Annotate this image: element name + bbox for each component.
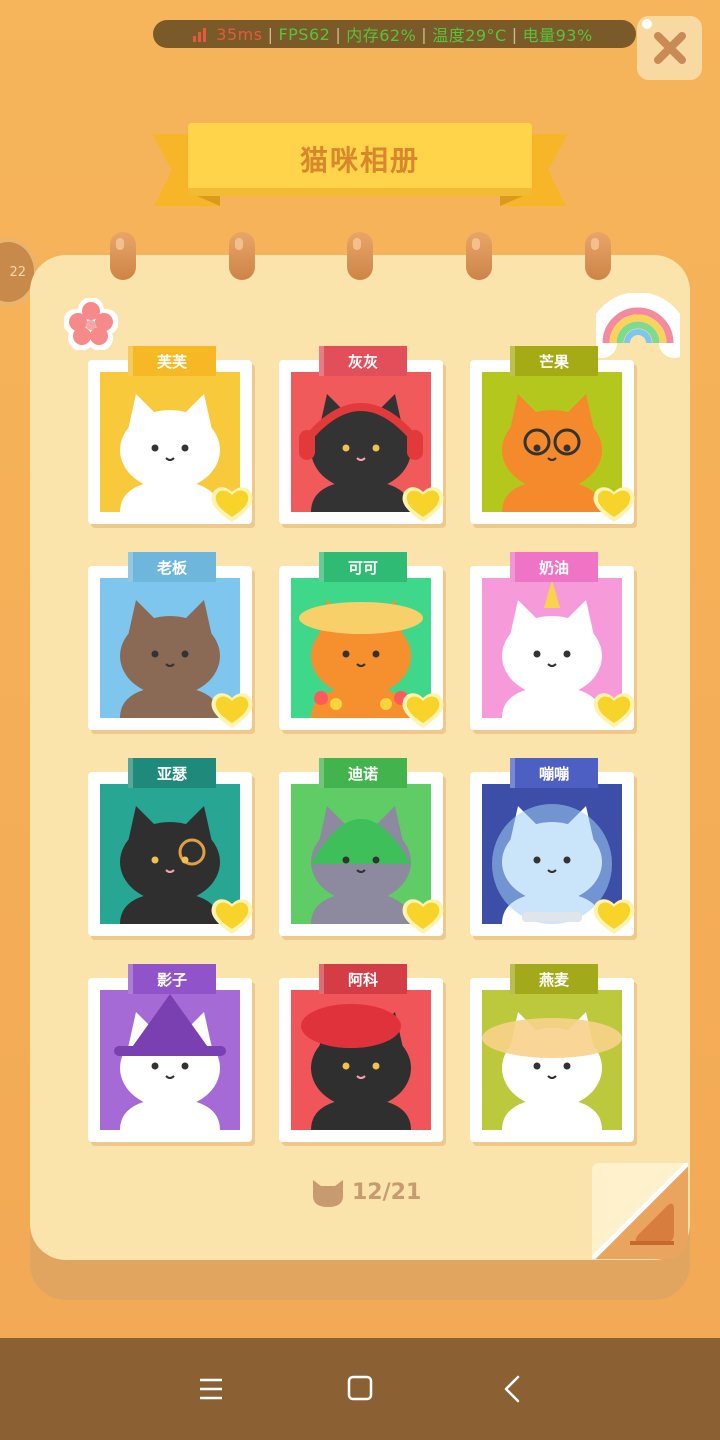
battery-text: 电量93% bbox=[522, 26, 593, 45]
cat-name-tag: 芒果 bbox=[510, 346, 598, 376]
binder-ring bbox=[229, 232, 255, 280]
binder-ring bbox=[110, 232, 136, 280]
cat-name-tag: 灰灰 bbox=[319, 346, 407, 376]
cat-portrait bbox=[291, 990, 431, 1130]
heart-icon[interactable] bbox=[210, 896, 254, 936]
cat-photo-card[interactable]: 芒果 bbox=[470, 346, 636, 524]
close-button[interactable] bbox=[637, 16, 702, 80]
cat-photo-card[interactable]: 亚瑟 bbox=[88, 758, 254, 936]
cat-portrait bbox=[482, 990, 622, 1130]
collection-progress: 12/21 bbox=[310, 1175, 421, 1209]
cat-photo-card[interactable]: 嘣嘣 bbox=[470, 758, 636, 936]
binder-ring bbox=[466, 232, 492, 280]
fps-text: FPS62 bbox=[278, 24, 331, 44]
ping-text: 35ms bbox=[216, 24, 263, 44]
level-number: 22 bbox=[9, 264, 26, 280]
cat-photo-card[interactable]: 灰灰 bbox=[279, 346, 445, 524]
heart-icon[interactable] bbox=[401, 690, 445, 730]
page-turn-corner[interactable] bbox=[592, 1163, 688, 1259]
cat-name-tag: 影子 bbox=[128, 964, 216, 994]
heart-icon[interactable] bbox=[592, 690, 636, 730]
cat-name-tag: 嘣嘣 bbox=[510, 758, 598, 788]
cat-photo-card[interactable]: 奶油 bbox=[470, 552, 636, 730]
heart-icon[interactable] bbox=[401, 896, 445, 936]
rainbow-sticker-icon bbox=[596, 293, 680, 358]
binder-ring bbox=[347, 232, 373, 280]
cat-photo-card[interactable]: 影子 bbox=[88, 964, 252, 1142]
heart-icon[interactable] bbox=[592, 484, 636, 524]
cat-name-tag: 迪诺 bbox=[319, 758, 407, 788]
cat-name-tag: 亚瑟 bbox=[128, 758, 216, 788]
cat-name-tag: 芙芙 bbox=[128, 346, 216, 376]
cat-photo-card[interactable]: 阿科 bbox=[279, 964, 443, 1142]
cat-head-icon bbox=[313, 1180, 343, 1207]
cat-photo-card[interactable]: 芙芙 bbox=[88, 346, 254, 524]
temperature-text: 温度29°C bbox=[432, 26, 507, 45]
cat-name-tag: 奶油 bbox=[510, 552, 598, 582]
close-x-icon bbox=[653, 32, 686, 64]
cat-photo-card[interactable]: 可可 bbox=[279, 552, 445, 730]
heart-icon[interactable] bbox=[210, 690, 254, 730]
heart-icon[interactable] bbox=[401, 484, 445, 524]
flower-sticker-icon bbox=[64, 298, 118, 350]
memory-text: 内存62% bbox=[346, 26, 417, 45]
cat-name-tag: 可可 bbox=[319, 552, 407, 582]
heart-icon[interactable] bbox=[210, 484, 254, 524]
title-ribbon: 猫咪相册 bbox=[150, 120, 570, 215]
cat-photo-card[interactable]: 老板 bbox=[88, 552, 254, 730]
status-bar: 35ms | FPS62 | 内存62% | 温度29°C | 电量93% bbox=[153, 20, 636, 48]
menu-icon[interactable] bbox=[198, 1376, 224, 1402]
page-title: 猫咪相册 bbox=[299, 144, 420, 177]
cat-photo-card[interactable]: 迪诺 bbox=[279, 758, 445, 936]
cat-photo-card[interactable]: 燕麦 bbox=[470, 964, 634, 1142]
cat-name-tag: 燕麦 bbox=[510, 964, 598, 994]
system-nav-bar bbox=[0, 1338, 720, 1440]
home-icon[interactable] bbox=[346, 1374, 374, 1402]
signal-icon bbox=[193, 28, 207, 42]
heart-icon[interactable] bbox=[592, 896, 636, 936]
cat-name-tag: 阿科 bbox=[319, 964, 407, 994]
cat-name-tag: 老板 bbox=[128, 552, 216, 582]
cat-portrait bbox=[100, 990, 240, 1130]
back-icon[interactable] bbox=[500, 1374, 524, 1404]
notification-dot bbox=[642, 19, 652, 29]
progress-text: 12/21 bbox=[352, 1179, 422, 1205]
binder-ring bbox=[585, 232, 611, 280]
